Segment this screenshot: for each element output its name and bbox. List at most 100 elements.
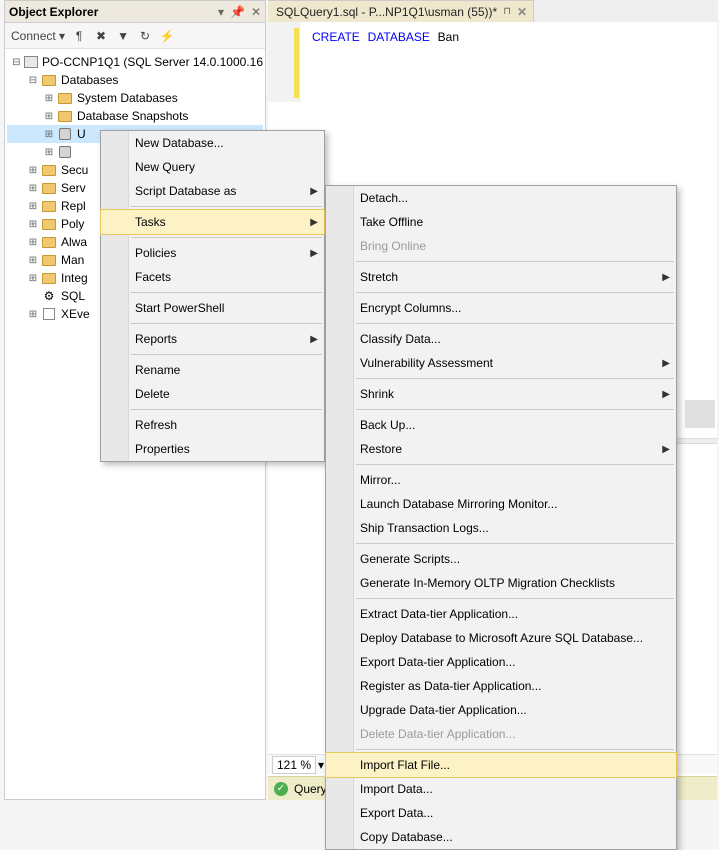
expand-icon[interactable]: ⊞ <box>43 111 55 122</box>
submenu-arrow-icon: ▶ <box>662 358 670 369</box>
databases-label: Databases <box>59 73 118 87</box>
tree-item-label: XEve <box>59 307 90 321</box>
tree-item-label: Secu <box>59 163 88 177</box>
activity-icon[interactable]: ⚡ <box>159 28 175 44</box>
editor-tab-bar: SQLQuery1.sql - P...NP1Q1\usman (55))* ⊓… <box>268 0 717 22</box>
menu-delete-dta: Delete Data-tier Application... <box>326 722 676 746</box>
menu-reports[interactable]: Reports▶ <box>101 327 324 351</box>
filter-icon[interactable]: ▼ <box>115 28 131 44</box>
tree-databases-node[interactable]: ⊟ Databases <box>7 71 263 89</box>
database-icon <box>57 145 73 159</box>
menu-mirror[interactable]: Mirror... <box>326 468 676 492</box>
panel-title: Object Explorer <box>9 5 218 19</box>
close-icon[interactable]: ✕ <box>251 5 261 19</box>
zoom-dropdown-icon[interactable]: ▾ <box>318 758 324 772</box>
menu-stretch[interactable]: Stretch▶ <box>326 265 676 289</box>
zoom-level[interactable]: 121 % <box>272 756 316 774</box>
tree-snapdb-node[interactable]: ⊞ Database Snapshots <box>7 107 263 125</box>
folder-icon <box>57 109 73 123</box>
menu-separator <box>356 749 674 750</box>
menu-back-up[interactable]: Back Up... <box>326 413 676 437</box>
menu-ship-transaction-logs[interactable]: Ship Transaction Logs... <box>326 516 676 540</box>
stop-icon[interactable]: ✖ <box>93 28 109 44</box>
menu-properties[interactable]: Properties <box>101 437 324 461</box>
submenu-arrow-icon: ▶ <box>310 217 318 228</box>
menu-generate-oltp-checklists[interactable]: Generate In-Memory OLTP Migration Checkl… <box>326 571 676 595</box>
menu-copy-database[interactable]: Copy Database... <box>326 825 676 849</box>
tree-item-label: Man <box>59 253 84 267</box>
server-icon <box>24 55 38 69</box>
menu-export-dta[interactable]: Export Data-tier Application... <box>326 650 676 674</box>
menu-bring-online: Bring Online <box>326 234 676 258</box>
close-icon[interactable]: ✕ <box>517 5 527 19</box>
menu-separator <box>356 261 674 262</box>
tree-item-label: Poly <box>59 217 84 231</box>
menu-rename[interactable]: Rename <box>101 358 324 382</box>
pin-icon[interactable]: ⊓ <box>503 6 511 17</box>
submenu-arrow-icon: ▶ <box>310 186 318 197</box>
code-editor[interactable]: CREATE DATABASE Ban <box>268 22 717 102</box>
menu-shrink[interactable]: Shrink▶ <box>326 382 676 406</box>
pin-icon[interactable]: 📌 <box>230 5 245 19</box>
folder-icon <box>57 91 73 105</box>
menu-import-data[interactable]: Import Data... <box>326 777 676 801</box>
menu-separator <box>131 323 322 324</box>
tree-sysdb-node[interactable]: ⊞ System Databases <box>7 89 263 107</box>
menu-classify-data[interactable]: Classify Data... <box>326 327 676 351</box>
connect-button[interactable]: Connect ▾ <box>11 29 65 43</box>
database-context-menu: New Database... New Query Script Databas… <box>100 130 325 462</box>
menu-delete[interactable]: Delete <box>101 382 324 406</box>
success-icon: ✓ <box>274 782 288 796</box>
menu-extract-dta[interactable]: Extract Data-tier Application... <box>326 602 676 626</box>
menu-import-flat-file[interactable]: Import Flat File... <box>326 753 676 777</box>
menu-refresh[interactable]: Refresh <box>101 413 324 437</box>
expand-icon[interactable]: ⊞ <box>43 93 55 104</box>
panel-title-bar: Object Explorer ▾ 📌 ✕ <box>5 1 265 23</box>
menu-separator <box>131 206 322 207</box>
menu-export-data[interactable]: Export Data... <box>326 801 676 825</box>
disconnect-icon[interactable]: ¶ <box>71 28 87 44</box>
tab-label: SQLQuery1.sql - P...NP1Q1\usman (55))* <box>276 5 497 19</box>
menu-separator <box>356 323 674 324</box>
menu-new-query[interactable]: New Query <box>101 155 324 179</box>
menu-tasks[interactable]: Tasks▶ <box>101 210 324 234</box>
menu-deploy-azure[interactable]: Deploy Database to Microsoft Azure SQL D… <box>326 626 676 650</box>
server-label: PO-CCNP1Q1 (SQL Server 14.0.1000.16 <box>40 55 263 69</box>
tree-item-label: SQL <box>59 289 85 303</box>
menu-facets[interactable]: Facets <box>101 265 324 289</box>
expand-icon[interactable]: ⊞ <box>43 147 55 158</box>
submenu-arrow-icon: ▶ <box>310 248 318 259</box>
collapse-icon[interactable]: ⊟ <box>27 75 39 86</box>
submenu-arrow-icon: ▶ <box>310 334 318 345</box>
menu-start-powershell[interactable]: Start PowerShell <box>101 296 324 320</box>
menu-separator <box>131 409 322 410</box>
menu-vulnerability-assessment[interactable]: Vulnerability Assessment▶ <box>326 351 676 375</box>
tree-server-node[interactable]: ⊟ PO-CCNP1Q1 (SQL Server 14.0.1000.16 <box>7 53 263 71</box>
refresh-icon[interactable]: ↻ <box>137 28 153 44</box>
menu-separator <box>356 598 674 599</box>
menu-new-database[interactable]: New Database... <box>101 131 324 155</box>
tasks-submenu: Detach... Take Offline Bring Online Stre… <box>325 185 677 850</box>
sysdb-label: System Databases <box>75 91 178 105</box>
sql-agent-icon: ⚙ <box>41 289 57 303</box>
menu-script-database[interactable]: Script Database as▶ <box>101 179 324 203</box>
menu-separator <box>356 292 674 293</box>
userdb-label: U <box>75 127 86 141</box>
menu-take-offline[interactable]: Take Offline <box>326 210 676 234</box>
dropdown-icon[interactable]: ▾ <box>218 5 224 19</box>
menu-launch-mirror-monitor[interactable]: Launch Database Mirroring Monitor... <box>326 492 676 516</box>
scroll-region[interactable] <box>685 400 715 428</box>
menu-detach[interactable]: Detach... <box>326 186 676 210</box>
collapse-icon[interactable]: ⊟ <box>11 57 22 68</box>
object-explorer-toolbar: Connect ▾ ¶ ✖ ▼ ↻ ⚡ <box>5 23 265 49</box>
menu-upgrade-dta[interactable]: Upgrade Data-tier Application... <box>326 698 676 722</box>
menu-register-dta[interactable]: Register as Data-tier Application... <box>326 674 676 698</box>
menu-policies[interactable]: Policies▶ <box>101 241 324 265</box>
menu-generate-scripts[interactable]: Generate Scripts... <box>326 547 676 571</box>
menu-encrypt-columns[interactable]: Encrypt Columns... <box>326 296 676 320</box>
expand-icon[interactable]: ⊞ <box>43 129 55 140</box>
editor-tab[interactable]: SQLQuery1.sql - P...NP1Q1\usman (55))* ⊓… <box>268 0 534 22</box>
menu-restore[interactable]: Restore▶ <box>326 437 676 461</box>
menu-separator <box>131 292 322 293</box>
tree-item-label: Alwa <box>59 235 87 249</box>
